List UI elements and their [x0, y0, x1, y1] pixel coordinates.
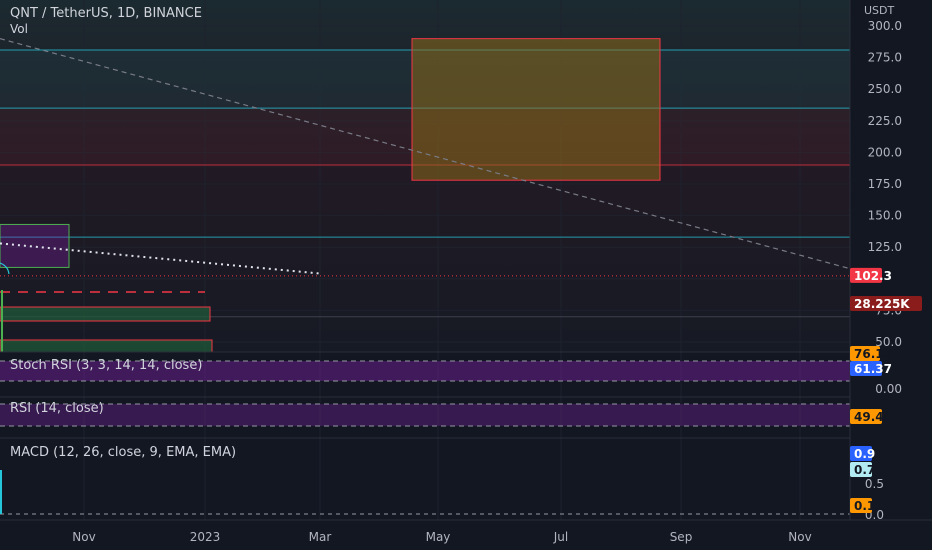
- rsi-label[interactable]: RSI (14, close): [10, 401, 104, 416]
- price-tick-label: 200.0: [868, 145, 902, 159]
- time-tick-label: Sep: [670, 530, 693, 544]
- consolidation-box: [0, 223, 70, 268]
- price-tick-label: 225.0: [868, 114, 902, 128]
- rsi-value-badge: 49.44: [854, 410, 892, 424]
- volume-box: [0, 306, 211, 322]
- time-tick-label: Jul: [553, 530, 568, 544]
- time-tick-label: Nov: [72, 530, 95, 544]
- time-tick-label: Mar: [309, 530, 332, 544]
- stoch-rsi-label[interactable]: Stoch RSI (3, 3, 14, 14, close): [10, 358, 202, 373]
- time-tick-label: Nov: [788, 530, 811, 544]
- stoch-d-badge: 61.37: [854, 362, 892, 376]
- volume-box: [0, 339, 213, 353]
- indicators-layer: [0, 351, 932, 521]
- price-tick-label: 125.0: [868, 240, 902, 254]
- macd-value-badge: 0.9: [854, 447, 875, 461]
- price-axis-layer: 50.075.0125.0150.0175.0200.0225.0250.027…: [849, 0, 902, 522]
- price-tick-label: 250.0: [868, 82, 902, 96]
- macd-axis-tick: 0.5: [865, 477, 884, 491]
- axis-unit-label: USDT: [864, 4, 895, 17]
- last-price-badge: 102.3: [854, 269, 892, 283]
- price-tick-label: 150.0: [868, 209, 902, 223]
- time-tick-label: 2023: [190, 530, 221, 544]
- supply-box: [411, 38, 661, 181]
- stoch-k-badge: 76.14: [854, 347, 892, 361]
- macd-hist-badge: 0.1: [854, 499, 875, 513]
- price-tick-label: 175.0: [868, 177, 902, 191]
- rsi-band: [0, 404, 850, 426]
- volume-badge: 28.225K: [854, 297, 910, 311]
- symbol-title[interactable]: QNT / TetherUS, 1D, BINANCE: [10, 6, 202, 21]
- time-tick-label: May: [426, 530, 451, 544]
- volume-label: Vol: [10, 22, 28, 36]
- stoch-axis-tick: 0.00: [875, 382, 902, 396]
- macd-label[interactable]: MACD (12, 26, close, 9, EMA, EMA): [10, 445, 236, 460]
- price-tick-label: 275.0: [868, 51, 902, 65]
- price-tick-label: 300.0: [868, 19, 902, 33]
- time-axis-layer: Nov 2023 Mar May Jul Sep Nov: [72, 530, 811, 544]
- macd-signal-badge: 0.7: [854, 463, 875, 477]
- price-chart[interactable]: 50.075.0125.0150.0175.0200.0225.0250.027…: [0, 0, 932, 550]
